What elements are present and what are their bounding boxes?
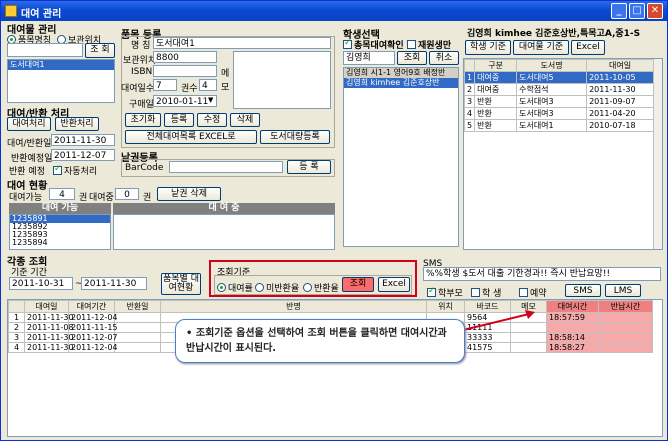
callout-text: • 조회기준 옵션을 선택하여 조회 버튼을 클릭하면 대여시간과 반납시간이 …: [186, 328, 447, 354]
callout-box: • 조회기준 옵션을 선택하여 조회 버튼을 클릭하면 대여시간과 반납시간이 …: [175, 319, 465, 363]
callout-arrow: [458, 310, 535, 332]
main-window: 대여 관리 _ □ ✕ 대여물 관리 품목명칭 보관위치 조 회 도서대여1 품…: [0, 0, 668, 441]
